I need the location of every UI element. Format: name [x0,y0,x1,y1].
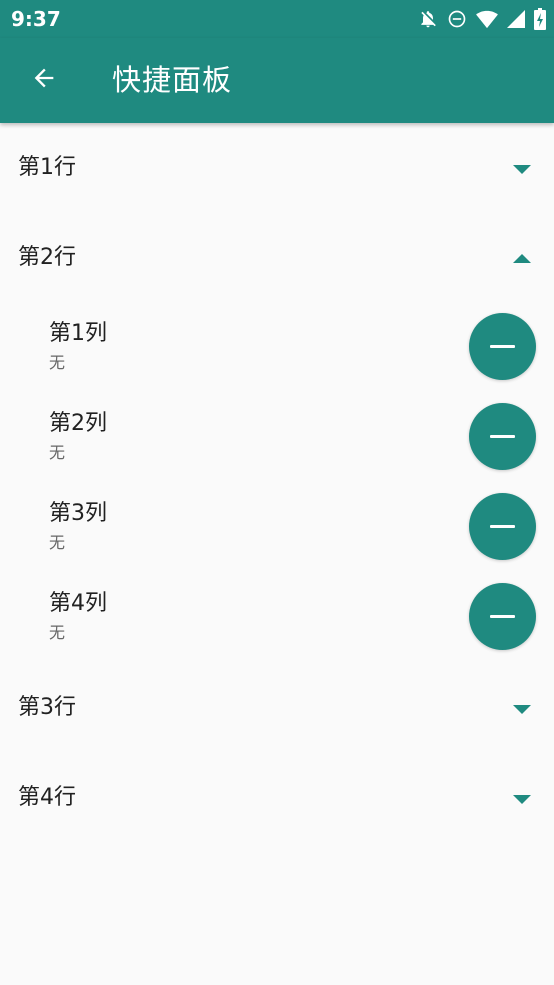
column-value: 无 [49,443,66,462]
remove-column-button[interactable] [469,313,536,380]
signal-icon [507,10,525,28]
minus-icon [490,345,515,348]
row-list: 第1行 第2行 第1列 无 第2列 无 第3列 无 第4列 无 第3行 第4行 [0,123,554,843]
row-label: 第1行 [18,155,76,180]
caret-down-icon [513,705,531,714]
battery-charging-icon [534,8,546,30]
column-title: 第3列 [49,501,107,526]
column-value: 无 [49,533,66,552]
row-header-3[interactable]: 第3行 [0,663,554,753]
status-bar: 9:37 [0,0,554,38]
minus-icon [490,435,515,438]
app-bar: 快捷面板 [0,38,554,123]
column-item-3[interactable]: 第3列 无 [0,483,554,573]
row-header-2[interactable]: 第2行 [0,213,554,303]
caret-up-icon [513,254,531,263]
column-value: 无 [49,353,66,372]
remove-column-button[interactable] [469,583,536,650]
back-button[interactable] [22,58,66,102]
arrow-back-icon [30,64,58,96]
caret-down-icon [513,165,531,174]
minus-icon [490,525,515,528]
column-title: 第4列 [49,591,107,616]
minus-icon [490,615,515,618]
row-header-4[interactable]: 第4行 [0,753,554,843]
column-value: 无 [49,623,66,642]
row-header-1[interactable]: 第1行 [0,123,554,213]
page-title: 快捷面板 [112,63,233,97]
column-item-1[interactable]: 第1列 无 [0,303,554,393]
do-not-disturb-icon [447,9,467,29]
column-item-4[interactable]: 第4列 无 [0,573,554,663]
row-label: 第4行 [18,785,76,810]
column-item-2[interactable]: 第2列 无 [0,393,554,483]
wifi-icon [476,9,498,29]
notifications-off-icon [418,9,438,29]
remove-column-button[interactable] [469,403,536,470]
status-time: 9:37 [11,7,61,31]
status-icons [418,8,546,30]
row-label: 第2行 [18,245,76,270]
row-label: 第3行 [18,695,76,720]
column-title: 第2列 [49,411,107,436]
column-title: 第1列 [49,321,107,346]
remove-column-button[interactable] [469,493,536,560]
caret-down-icon [513,795,531,804]
